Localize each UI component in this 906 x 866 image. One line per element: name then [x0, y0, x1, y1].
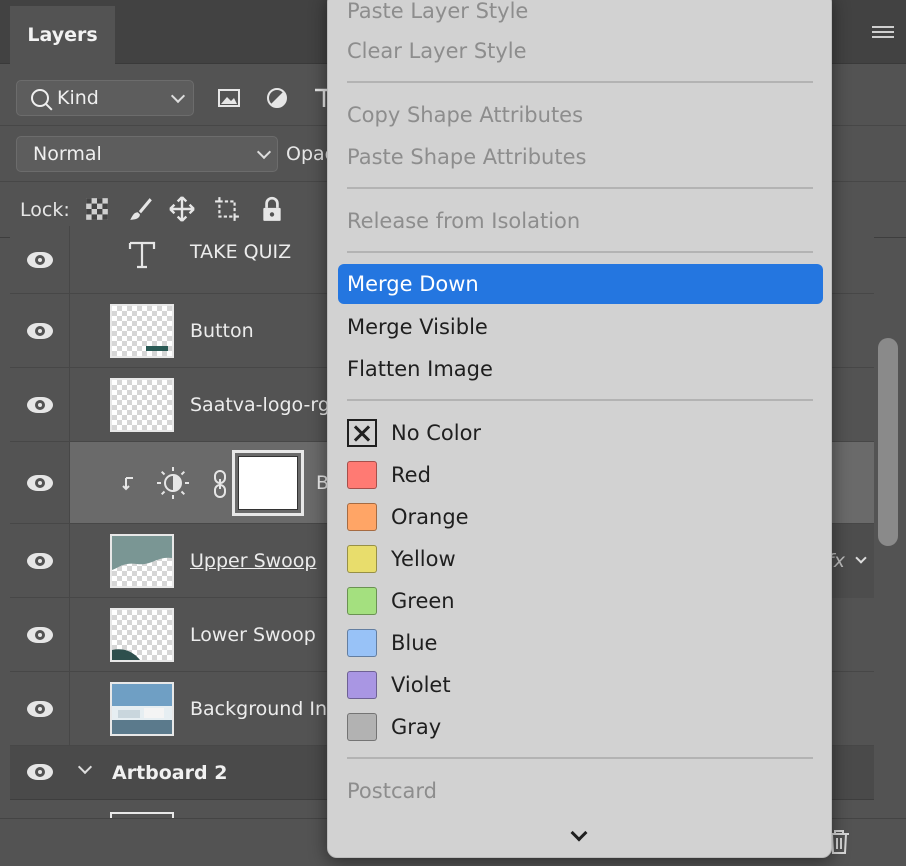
- chevron-down-icon[interactable]: [77, 759, 93, 775]
- layer-name: Background In: [190, 697, 328, 720]
- menu-item-paste-shape-attributes[interactable]: Paste Shape Attributes: [338, 137, 823, 177]
- color-swatch-yellow: [347, 545, 377, 573]
- kind-filter-select[interactable]: Kind: [16, 80, 194, 116]
- search-icon: [31, 89, 49, 107]
- color-swatch-blue: [347, 629, 377, 657]
- clipping-mask-icon: [122, 477, 133, 491]
- adjustment-filter-icon[interactable]: [265, 86, 289, 110]
- visibility-toggle[interactable]: [10, 598, 70, 671]
- mask-thumbnail-frame: [232, 450, 304, 516]
- visibility-toggle[interactable]: [10, 672, 70, 745]
- blend-mode-select[interactable]: Normal: [16, 136, 278, 172]
- menu-item-color-blue[interactable]: Blue: [338, 623, 823, 663]
- layer-name: Lower Swoop: [190, 623, 316, 646]
- lock-transparent-pixels-icon[interactable]: [84, 196, 110, 222]
- menu-separator: [347, 251, 813, 253]
- menu-separator: [347, 81, 813, 83]
- menu-item-copy-shape-attributes[interactable]: Copy Shape Attributes: [338, 95, 823, 135]
- menu-item-color-gray[interactable]: Gray: [338, 707, 823, 747]
- no-color-icon: [347, 419, 377, 447]
- menu-item-color-yellow[interactable]: Yellow: [338, 539, 823, 579]
- visibility-toggle[interactable]: [10, 368, 70, 441]
- color-swatch-gray: [347, 713, 377, 741]
- lock-image-pixels-icon[interactable]: [128, 196, 154, 222]
- layer-context-menu: Paste Layer Style Clear Layer Style Copy…: [327, 0, 832, 858]
- menu-item-paste-layer-style[interactable]: Paste Layer Style: [338, 0, 823, 31]
- image-filter-icon[interactable]: [217, 86, 241, 110]
- layer-thumbnail: [110, 378, 174, 432]
- visibility-toggle[interactable]: [10, 442, 70, 523]
- visibility-toggle[interactable]: [10, 524, 70, 597]
- panel-menu-icon[interactable]: [872, 26, 894, 40]
- eye-icon: [26, 552, 53, 569]
- blend-mode-label: Normal: [33, 143, 102, 165]
- menu-item-color-violet[interactable]: Violet: [338, 665, 823, 705]
- visibility-toggle[interactable]: [10, 226, 70, 293]
- eye-icon: [26, 322, 53, 339]
- kind-filter-label: Kind: [57, 87, 99, 109]
- menu-item-color-green[interactable]: Green: [338, 581, 823, 621]
- menu-item-postcard[interactable]: Postcard: [338, 771, 823, 811]
- text-layer-icon: [128, 241, 156, 269]
- layer-thumbnail: [110, 534, 174, 588]
- menu-separator: [347, 399, 813, 401]
- layer-thumbnail: [110, 304, 174, 358]
- eye-icon: [26, 396, 53, 413]
- chevron-down-icon: [170, 88, 186, 104]
- layer-thumbnail: [110, 682, 174, 736]
- color-swatch-orange: [347, 503, 377, 531]
- lock-label: Lock:: [20, 199, 70, 221]
- color-swatch-red: [347, 461, 377, 489]
- menu-separator: [347, 187, 813, 189]
- layer-name: Saatva-logo-rg: [190, 393, 330, 416]
- chevron-down-icon: [256, 144, 272, 160]
- chevron-down-icon[interactable]: [570, 824, 588, 842]
- eye-icon[interactable]: [27, 764, 53, 780]
- menu-item-color-red[interactable]: Red: [338, 455, 823, 495]
- chevron-down-icon: [855, 552, 867, 564]
- color-swatch-violet: [347, 671, 377, 699]
- eye-icon: [26, 700, 53, 717]
- visibility-toggle[interactable]: [10, 294, 70, 367]
- layer-name: Upper Swoop: [190, 549, 317, 572]
- layer-name: Button: [190, 319, 254, 342]
- menu-separator: [347, 757, 813, 759]
- eye-icon: [26, 474, 53, 491]
- menu-item-clear-layer-style[interactable]: Clear Layer Style: [338, 31, 823, 71]
- menu-item-no-color[interactable]: No Color: [338, 413, 823, 453]
- layer-thumbnail: [110, 608, 174, 662]
- eye-icon: [26, 251, 53, 268]
- menu-item-color-orange[interactable]: Orange: [338, 497, 823, 537]
- layers-scrollbar[interactable]: [878, 338, 898, 546]
- menu-item-merge-visible[interactable]: Merge Visible: [338, 307, 823, 347]
- menu-item-flatten-image[interactable]: Flatten Image: [338, 349, 823, 389]
- brightness-adjustment-icon: [157, 467, 189, 499]
- link-icon: [214, 470, 226, 498]
- color-swatch-green: [347, 587, 377, 615]
- tab-layers[interactable]: Layers: [10, 6, 115, 64]
- artboard-name: Artboard 2: [112, 762, 228, 784]
- menu-item-release-from-isolation[interactable]: Release from Isolation: [338, 201, 823, 241]
- eye-icon: [26, 626, 53, 643]
- layer-name: TAKE QUIZ: [190, 240, 292, 263]
- menu-item-merge-down[interactable]: Merge Down: [338, 264, 823, 304]
